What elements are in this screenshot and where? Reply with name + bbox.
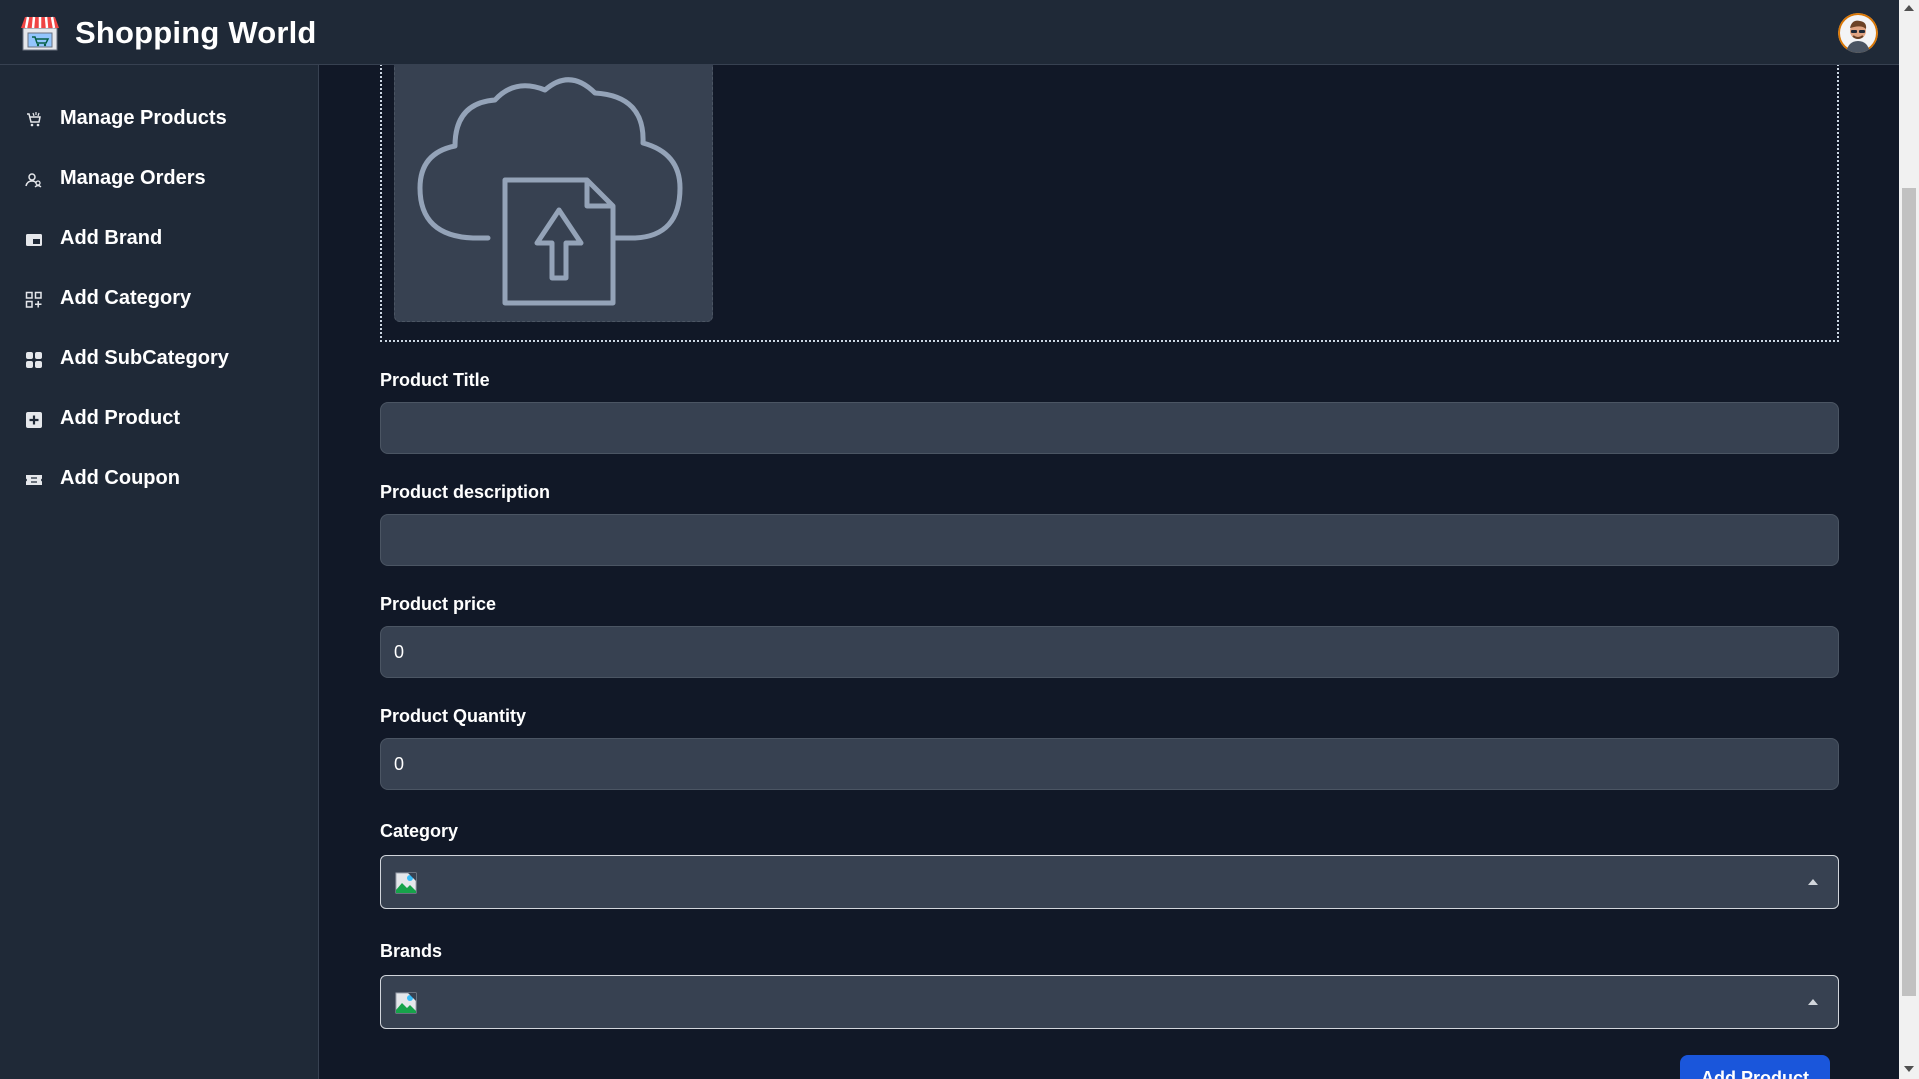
sidebar-item-add-product[interactable]: Add Product	[0, 397, 319, 443]
broken-image-icon	[395, 992, 417, 1014]
grid-plus-icon	[25, 291, 43, 309]
product-quantity-input[interactable]	[380, 738, 1839, 790]
app-title[interactable]: Shopping World	[75, 15, 317, 51]
sidebar-item-add-brand[interactable]: Add Brand	[0, 217, 319, 263]
product-title-label: Product Title	[380, 370, 490, 390]
sidebar-item-label: Add SubCategory	[60, 347, 229, 369]
plus-square-icon	[25, 411, 43, 429]
brands-label: Brands	[380, 941, 443, 961]
cloud-upload-icon	[417, 77, 683, 306]
image-dropzone[interactable]	[380, 65, 1839, 342]
sidebar-item-manage-products[interactable]: Manage Products	[0, 97, 319, 143]
sidebar-item-label: Add Coupon	[60, 467, 180, 489]
brands-select[interactable]	[380, 975, 1839, 1029]
users-icon	[25, 171, 43, 189]
add-product-button[interactable]: Add Product	[1680, 1055, 1830, 1079]
sidebar-item-label: Manage Products	[60, 107, 227, 129]
scroll-up-arrow-icon[interactable]	[1904, 4, 1914, 12]
category-select[interactable]	[380, 855, 1839, 909]
product-title-input[interactable]	[380, 402, 1839, 454]
sidebar-item-label: Add Category	[60, 287, 192, 309]
product-price-label: Product price	[380, 594, 497, 614]
sidebar-item-add-coupon[interactable]: Add Coupon	[0, 457, 319, 503]
add-product-form: Product Title Product description Produc…	[320, 65, 1899, 1079]
product-description-input[interactable]	[380, 514, 1839, 566]
page-scrollbar[interactable]	[1899, 0, 1919, 1079]
sidebar-item-add-subcategory[interactable]: Add SubCategory	[0, 337, 319, 383]
brand-card-icon	[25, 231, 43, 249]
cart-icon	[25, 111, 43, 129]
ticket-icon	[25, 471, 43, 489]
sidebar-item-manage-orders[interactable]: Manage Orders	[0, 157, 319, 203]
product-description-label: Product description	[380, 482, 551, 502]
sidebar-item-label: Manage Orders	[60, 167, 206, 189]
user-avatar[interactable]	[1838, 13, 1878, 53]
scrollbar-thumb[interactable]	[1902, 188, 1916, 996]
caret-up-icon	[1808, 879, 1818, 885]
sidebar: Manage Products Manage Orders Add Brand …	[0, 65, 319, 1079]
sidebar-item-add-category[interactable]: Add Category	[0, 277, 319, 323]
caret-up-icon	[1808, 999, 1818, 1005]
sidebar-item-label: Add Product	[60, 407, 180, 429]
sidebar-item-label: Add Brand	[60, 227, 163, 249]
grid-icon	[25, 351, 43, 369]
broken-image-icon	[395, 872, 417, 894]
product-price-input[interactable]	[380, 626, 1839, 678]
category-label: Category	[380, 821, 459, 841]
upload-image-tile[interactable]	[394, 65, 713, 322]
product-quantity-label: Product Quantity	[380, 706, 527, 726]
top-navbar: Shopping World	[0, 0, 1899, 65]
shop-logo-icon[interactable]	[20, 14, 60, 52]
scroll-down-arrow-icon[interactable]	[1904, 1065, 1914, 1073]
